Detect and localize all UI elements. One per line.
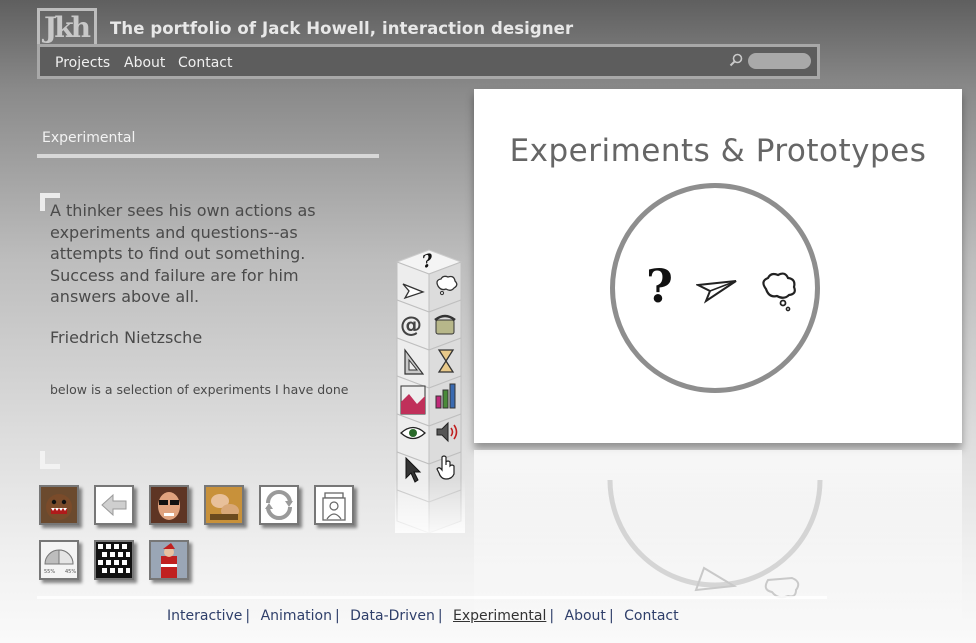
search-icon[interactable] (729, 53, 743, 67)
footer-separator: | (437, 608, 443, 624)
footer-separator: | (245, 608, 251, 624)
site-title: The portfolio of Jack Howell, interactio… (110, 19, 574, 38)
thumbnail-jar[interactable] (314, 485, 354, 525)
quote-text: A thinker sees his own actions as experi… (50, 201, 316, 306)
dice-question-mark: ? (422, 249, 433, 274)
reflection-graphic (607, 479, 823, 599)
feature-slide[interactable]: Experiments & Prototypes ? (474, 89, 962, 443)
quote-close-bracket (40, 451, 60, 469)
footer-link-contact[interactable]: Contact (624, 608, 678, 624)
face-sunglasses-icon (151, 487, 187, 523)
thumbnail-hands[interactable] (204, 485, 244, 525)
rotate-arrows-icon (265, 490, 293, 520)
search-input[interactable] (748, 53, 811, 69)
area-chart-icon (400, 385, 426, 415)
footer-link-data-driven[interactable]: Data-Driven (350, 608, 435, 624)
dice-tower: ? @ (395, 248, 465, 537)
jar-figure-icon (322, 492, 346, 521)
section-divider (37, 154, 379, 158)
hourglass-icon (437, 349, 455, 373)
question-mark-icon: ? (646, 259, 673, 313)
section-heading: Experimental (42, 130, 136, 146)
grid-pattern-icon (96, 542, 132, 578)
paper-plane-icon (696, 280, 737, 304)
hand-cursor-icon (436, 455, 455, 480)
site-logo[interactable]: Jkh (37, 8, 97, 44)
back-arrow-icon (101, 493, 127, 517)
thumbnail-grid[interactable] (94, 540, 134, 580)
thumbnail-rotate[interactable] (259, 485, 299, 525)
thumbnail-santa[interactable] (149, 540, 189, 580)
thought-cloud-icon (762, 272, 796, 312)
top-navigation: Projects About Contact (37, 44, 820, 79)
thumbnail-face[interactable] (149, 485, 189, 525)
footer-link-about[interactable]: About (565, 608, 606, 624)
footer-link-animation[interactable]: Animation (261, 608, 332, 624)
footer-link-interactive[interactable]: Interactive (167, 608, 242, 624)
santa-icon (151, 542, 187, 578)
nav-contact[interactable]: Contact (178, 55, 232, 71)
domo-icon (41, 487, 77, 523)
quote-author: Friedrich Nietzsche (50, 328, 203, 347)
nav-about[interactable]: About (124, 55, 165, 71)
thumbnail-back-arrow[interactable] (94, 485, 134, 525)
gauge-label-right: 45% (65, 569, 77, 575)
paper-plane-icon (402, 283, 425, 300)
pointer-icon (405, 456, 422, 483)
intro-text: below is a selection of experiments I ha… (50, 382, 349, 397)
nav-projects[interactable]: Projects (55, 55, 110, 71)
gauge-label-left: 55% (44, 569, 56, 575)
bottom-divider (37, 596, 827, 599)
thumbnail-gauge[interactable]: 55% 45% (39, 540, 79, 580)
bar-chart-icon (435, 383, 456, 409)
speaker-icon (436, 421, 458, 443)
footer-navigation: Interactive | Animation | Data-Driven | Exp… (167, 608, 679, 624)
footer-separator: | (334, 608, 340, 624)
footer-link-experimental[interactable]: Experimental (453, 608, 546, 624)
logo-text: Jkh (44, 11, 91, 44)
drafting-triangle-icon (404, 348, 425, 375)
thought-cloud-icon (436, 275, 458, 296)
thumbnail-domo[interactable] (39, 485, 79, 525)
slide-title: Experiments & Prototypes (509, 133, 927, 169)
at-sign-icon: @ (400, 313, 422, 338)
footer-separator: | (608, 608, 614, 624)
telephone-icon (434, 314, 456, 335)
hands-tool-icon (206, 487, 242, 523)
eye-icon (400, 426, 426, 440)
footer-separator: | (549, 608, 555, 624)
